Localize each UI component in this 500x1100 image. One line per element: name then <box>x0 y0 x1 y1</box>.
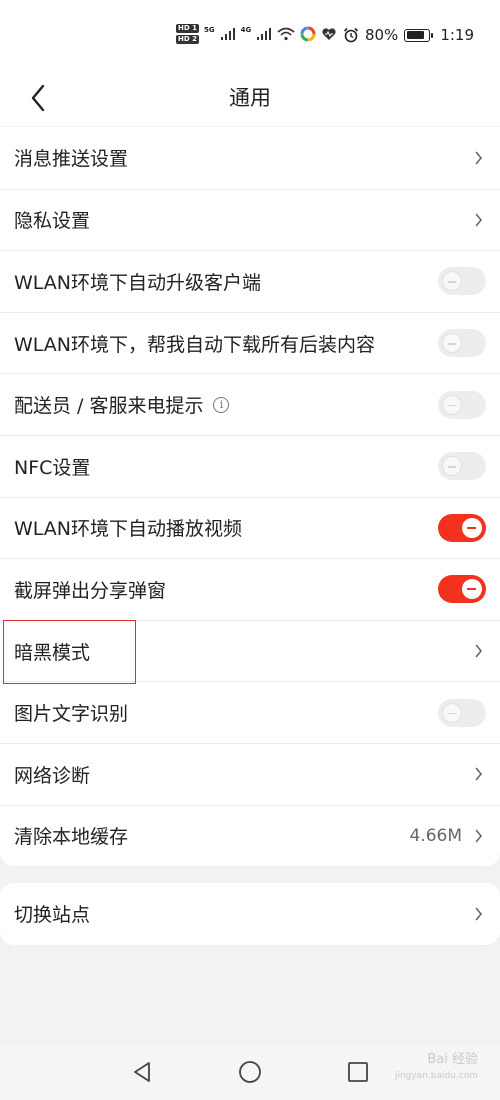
settings-row-label: 消息推送设置 <box>14 144 472 171</box>
settings-row[interactable]: 隐私设置 <box>0 188 500 251</box>
settings-row-text: 隐私设置 <box>14 210 91 233</box>
settings-row-text: WLAN环境下，帮我自动下载所有后装内容 <box>14 333 376 356</box>
nav-recents-button[interactable] <box>346 1060 370 1084</box>
settings-row-text: 清除本地缓存 <box>14 826 129 849</box>
settings-row-label: WLAN环境下，帮我自动下载所有后装内容 <box>14 330 438 357</box>
toggle-switch-off[interactable] <box>438 698 486 727</box>
toggle-knob <box>462 579 482 600</box>
settings-row-text: 截屏弹出分享弹窗 <box>14 579 167 602</box>
settings-row[interactable]: 截屏弹出分享弹窗 <box>0 558 500 620</box>
chevron-right-icon <box>472 211 486 229</box>
toggle-switch-off[interactable] <box>438 452 486 481</box>
health-heart-icon <box>322 28 336 40</box>
settings-row-text: 消息推送设置 <box>14 148 129 171</box>
alarm-clock-icon <box>343 27 359 43</box>
settings-row[interactable]: 配送员 / 客服来电提示 i <box>0 373 500 435</box>
sim-indicators: HD 1 HD 2 <box>176 24 199 44</box>
toggle-switch-off[interactable] <box>438 329 486 358</box>
settings-row-label: 清除本地缓存 <box>14 822 409 849</box>
settings-row[interactable]: WLAN环境下自动播放视频 <box>0 496 500 559</box>
settings-row-text: WLAN环境下自动播放视频 <box>14 518 243 541</box>
toggle-switch-on[interactable] <box>438 575 486 604</box>
toggle-knob <box>442 271 462 292</box>
watermark-subtext: jingyan.baidu.com <box>394 1071 478 1081</box>
settings-row-label: 隐私设置 <box>14 206 472 233</box>
toggle-knob <box>442 702 462 723</box>
square-recents-icon <box>348 1062 368 1082</box>
top-bar: 通用 <box>0 68 500 126</box>
settings-row-text: NFC设置 <box>14 456 91 479</box>
settings-row-label: WLAN环境下自动升级客户端 <box>14 268 438 295</box>
toggle-switch-on[interactable] <box>438 513 486 542</box>
cache-size-value: 4.66M <box>409 825 462 846</box>
screen: HD 1 HD 2 5G 4G 80% 1:19 通用 消息推送设置 隐私设置 … <box>0 0 500 1100</box>
settings-row[interactable]: WLAN环境下，帮我自动下载所有后装内容 <box>0 311 500 374</box>
toggle-switch-off[interactable] <box>438 267 486 296</box>
settings-row[interactable]: 图片文字识别 <box>0 681 500 743</box>
switch-site-row[interactable]: 切换站点 <box>0 883 500 945</box>
status-bar: HD 1 HD 2 5G 4G 80% 1:19 <box>0 0 500 68</box>
triangle-back-icon <box>134 1062 150 1082</box>
toggle-switch-off[interactable] <box>438 390 486 419</box>
settings-row-text: 暗黑模式 <box>14 641 91 664</box>
battery-fill <box>406 31 424 39</box>
clock-time: 1:19 <box>440 26 474 44</box>
settings-card: 消息推送设置 隐私设置 WLAN环境下自动升级客户端 WLAN环境下，帮我自动下载所有… <box>0 127 500 867</box>
chevron-right-icon <box>472 149 486 167</box>
site-card: 切换站点 <box>0 883 500 945</box>
settings-row-label: 图片文字识别 <box>14 699 438 726</box>
toggle-knob <box>442 333 462 354</box>
settings-row-label: WLAN环境下自动播放视频 <box>14 514 438 541</box>
sim1-badge: HD 1 <box>176 24 199 33</box>
signal-icon-2 <box>257 28 272 40</box>
settings-row-label: 截屏弹出分享弹窗 <box>14 576 438 603</box>
info-icon[interactable]: i <box>213 396 230 413</box>
status-left: HD 1 HD 2 5G 4G <box>176 24 337 44</box>
chevron-right-icon <box>472 905 486 923</box>
settings-row-text: WLAN环境下自动升级客户端 <box>14 271 262 294</box>
settings-row-label: 暗黑模式 <box>14 638 472 665</box>
toggle-knob <box>462 517 482 538</box>
battery-icon <box>404 28 434 42</box>
chevron-right-icon <box>472 765 486 783</box>
settings-row-label: 配送员 / 客服来电提示 i <box>14 391 438 418</box>
app-notification-icon <box>300 26 316 42</box>
toggle-knob <box>442 394 462 415</box>
network-5g-label: 5G <box>203 26 215 34</box>
settings-row[interactable]: 暗黑模式 <box>0 619 500 682</box>
toggle-knob <box>442 456 462 477</box>
settings-row-label: NFC设置 <box>14 453 438 480</box>
circle-home-icon <box>239 1061 261 1083</box>
settings-row-text: 图片文字识别 <box>14 703 129 726</box>
wifi-icon <box>277 27 295 41</box>
watermark-text: Bai 经验 <box>427 1052 478 1067</box>
settings-row[interactable]: NFC设置 <box>0 434 500 497</box>
settings-row-label: 网络诊断 <box>14 761 472 788</box>
network-4g-label: 4G <box>240 26 252 34</box>
settings-row[interactable]: WLAN环境下自动升级客户端 <box>0 250 500 312</box>
switch-site-label: 切换站点 <box>14 904 91 927</box>
chevron-right-icon <box>472 642 486 660</box>
settings-row[interactable]: 消息推送设置 <box>0 127 500 189</box>
page-title: 通用 <box>229 86 271 110</box>
signal-icon <box>220 28 235 40</box>
nav-back-button[interactable] <box>130 1060 154 1084</box>
sim2-badge: HD 2 <box>176 35 199 44</box>
battery-percent: 80% <box>364 26 399 44</box>
nav-home-button[interactable] <box>238 1060 262 1084</box>
settings-row[interactable]: 网络诊断 <box>0 742 500 805</box>
settings-row[interactable]: 清除本地缓存 4.66M <box>0 804 500 867</box>
settings-row-text: 网络诊断 <box>14 764 91 787</box>
watermark-logo: Bai 经验 jingyan.baidu.com <box>395 1052 478 1084</box>
status-right: 80% 1:19 <box>343 26 474 44</box>
settings-row-text: 配送员 / 客服来电提示 <box>14 395 204 418</box>
chevron-right-icon <box>472 827 486 845</box>
